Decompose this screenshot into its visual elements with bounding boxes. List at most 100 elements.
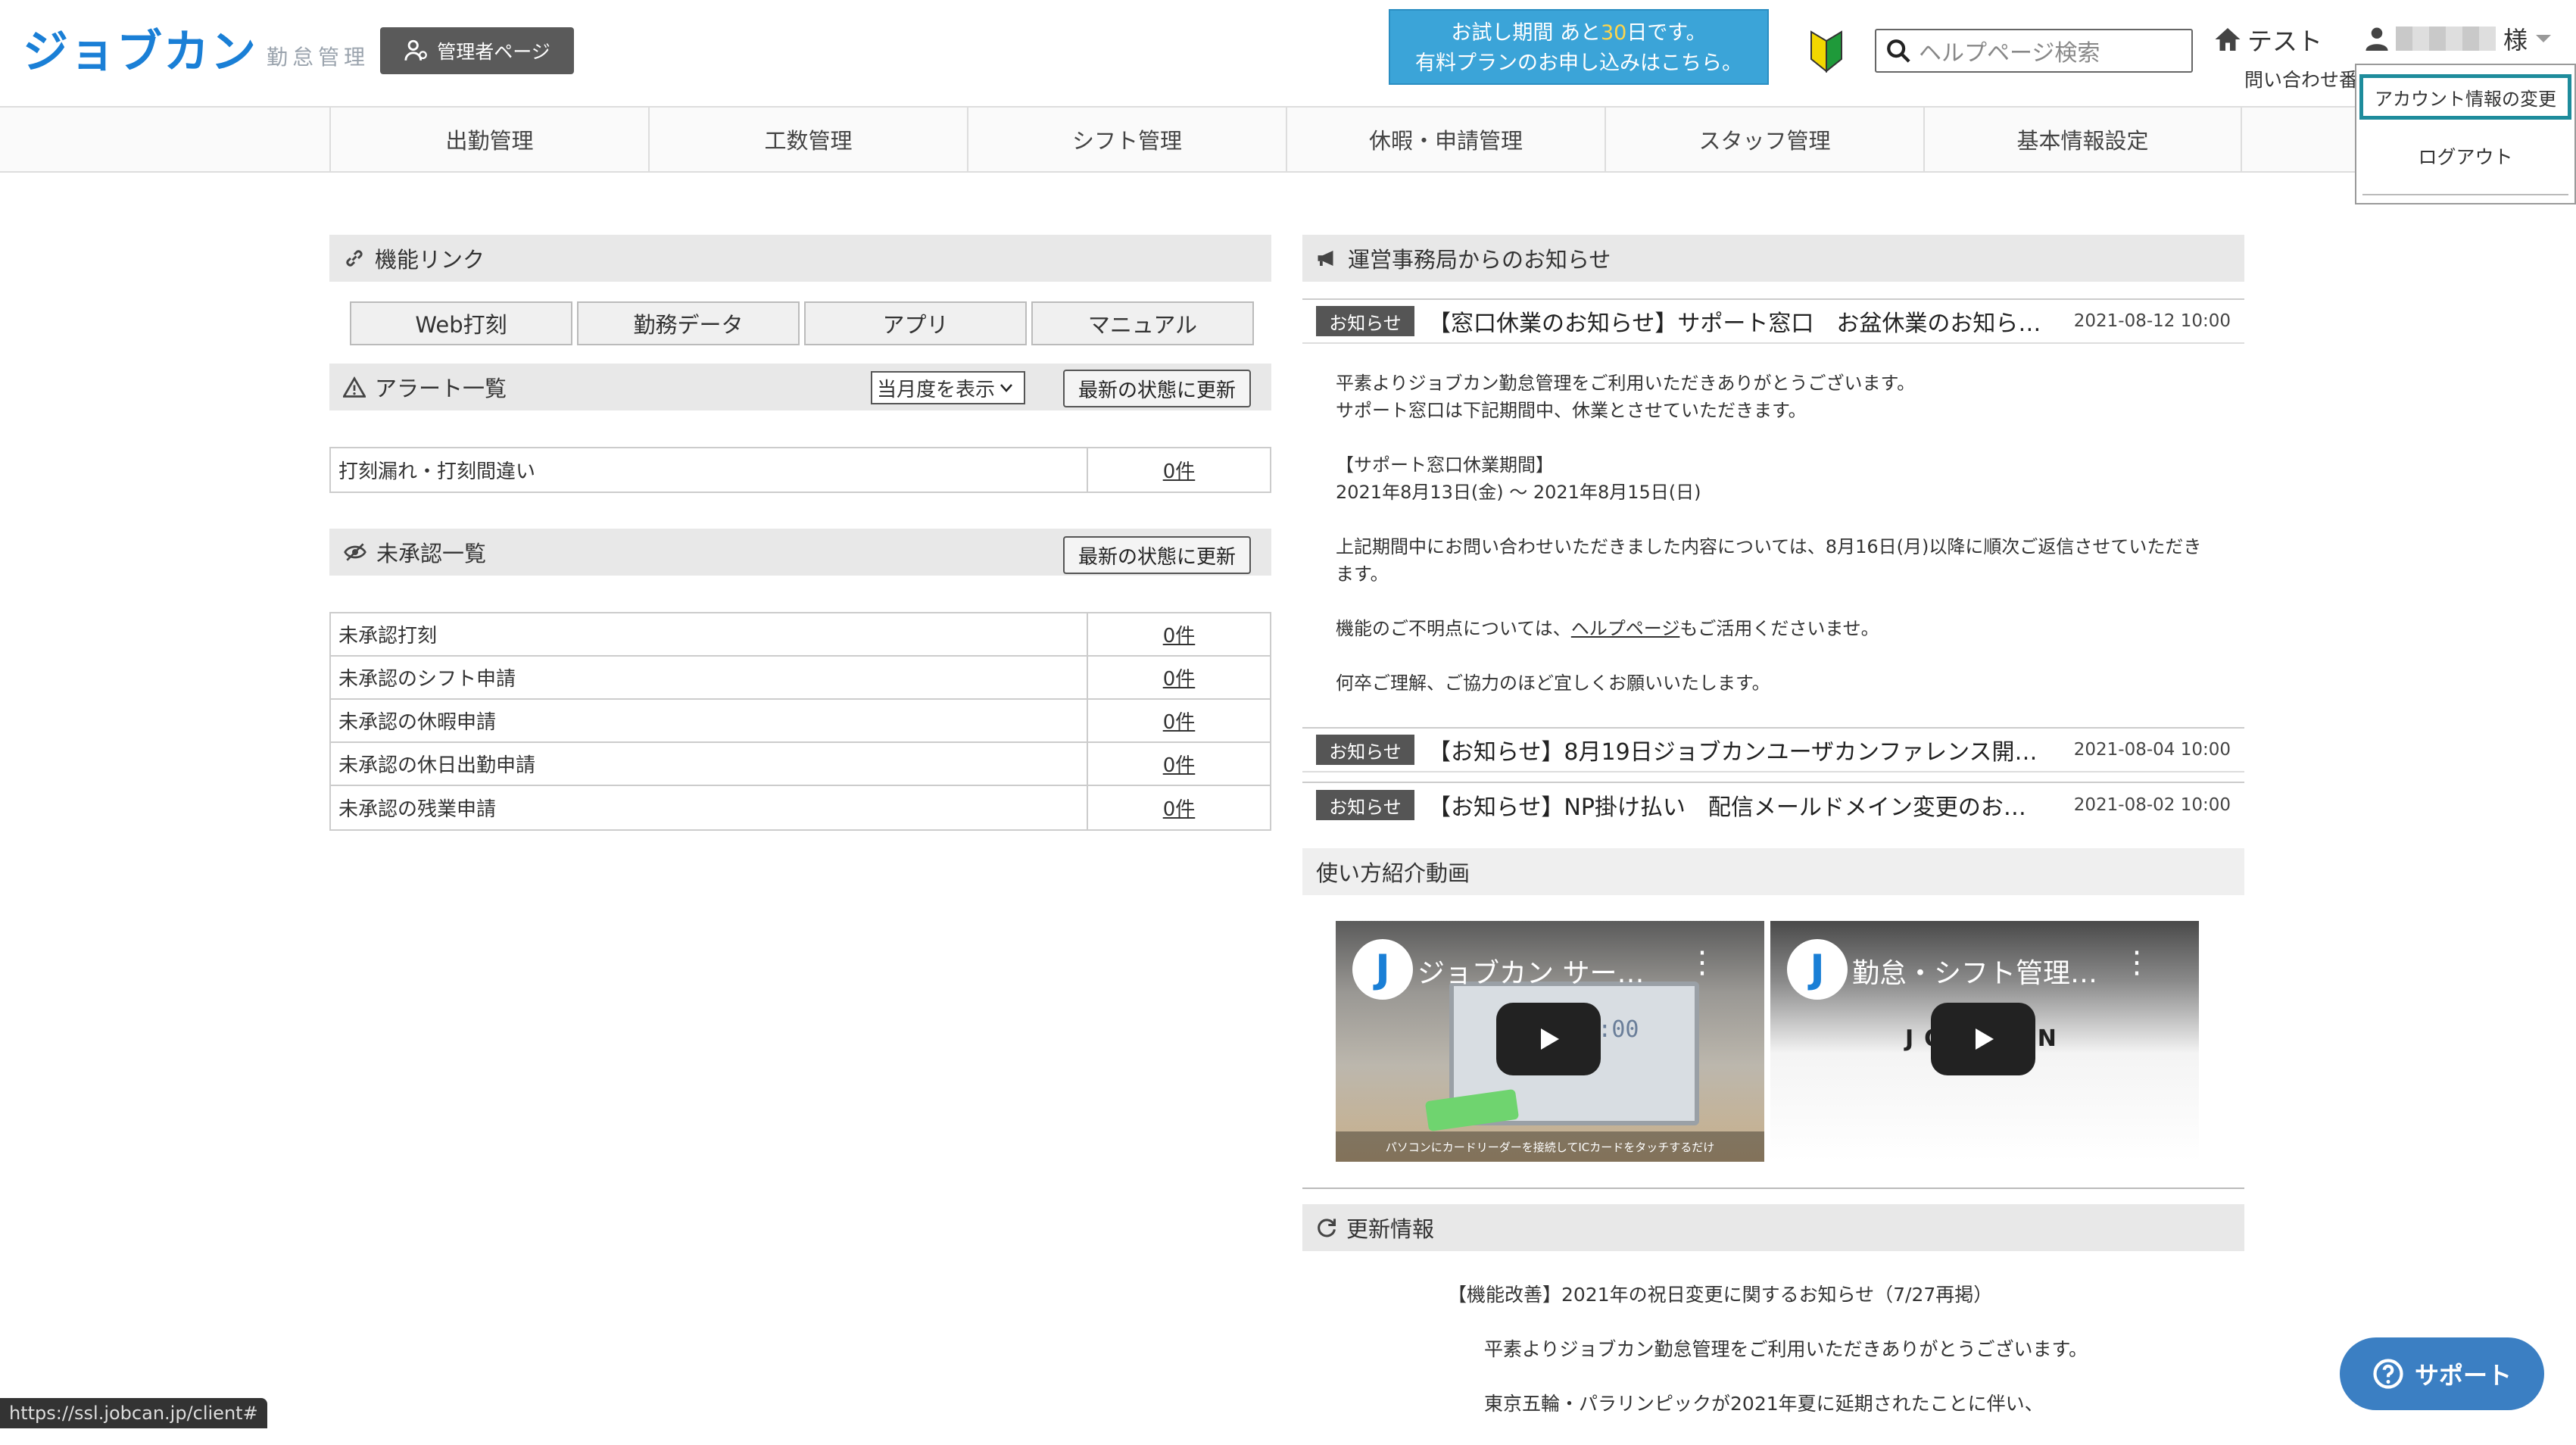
- update-heading[interactable]: 【機能改善】2021年の祝日変更に関するお知らせ（7/27再掲）: [1448, 1281, 2088, 1309]
- video-thumbnail[interactable]: JOBCAN J 勤怠・シフト管理… ⋮: [1770, 921, 2199, 1162]
- notice-date: 2021-08-12 10:00: [2073, 311, 2231, 331]
- nav-basic-settings[interactable]: 基本情報設定: [1923, 108, 2242, 171]
- nav-shift[interactable]: シフト管理: [967, 108, 1286, 171]
- user-suffix: 様: [2503, 26, 2528, 55]
- help-circle-icon: [2373, 1359, 2403, 1389]
- more-options-icon[interactable]: ⋮: [1687, 945, 1717, 980]
- trial-post: 日です。: [1626, 21, 1707, 45]
- main-nav: 出勤管理 工数管理 シフト管理 休暇・申請管理 スタッフ管理 基本情報設定: [0, 106, 2576, 173]
- notice-text: 【サポート窓口休業期間】: [1336, 454, 1554, 476]
- video-title: 勤怠・シフト管理…: [1852, 958, 2098, 989]
- updates-title: 更新情報: [1346, 1216, 1435, 1242]
- table-row: 未承認の休日出勤申請 0件: [331, 743, 1270, 786]
- notice-row[interactable]: お知らせ 【窓口休業のお知らせ】サポート窓口 お盆休業のお知ら… 2021-08…: [1302, 298, 2244, 344]
- notice-row[interactable]: お知らせ 【お知らせ】8月19日ジョブカンユーザカンファレンス開… 2021-0…: [1302, 727, 2244, 772]
- admin-page-button[interactable]: 管理者ページ: [380, 27, 574, 74]
- dropdown-divider: [2362, 194, 2568, 195]
- unapproved-refresh-button[interactable]: 最新の状態に更新: [1063, 536, 1251, 574]
- trial-banner[interactable]: お試し期間 あと30日です。 有料プランのお申し込みはこちら。: [1389, 9, 1769, 85]
- notice-text: サポート窓口は下記期間中、休業とさせていただきます。: [1336, 400, 1807, 421]
- home-label: テスト: [2247, 27, 2322, 56]
- more-options-icon[interactable]: ⋮: [2122, 945, 2152, 980]
- feature-links-header: 機能リンク: [329, 235, 1271, 282]
- notice-row[interactable]: お知らせ 【お知らせ】NP掛け払い 配信メールドメイン変更のお… 2021-08…: [1302, 782, 2244, 827]
- web-punch-button[interactable]: Web打刻: [350, 301, 572, 345]
- notice-text: ます。: [1336, 563, 1389, 585]
- play-button-icon[interactable]: [1931, 1003, 2035, 1075]
- nav-leave-requests[interactable]: 休暇・申請管理: [1286, 108, 1605, 171]
- notice-text: 何卒ご理解、ご協力のほど宜しくお願いいたします。: [1336, 673, 1770, 694]
- user-menu[interactable]: 様: [2365, 21, 2552, 56]
- videos-title: 使い方紹介動画: [1316, 860, 1470, 886]
- account-settings-item[interactable]: アカウント情報の変更: [2359, 74, 2571, 120]
- notice-title[interactable]: 【お知らせ】NP掛け払い 配信メールドメイン変更のお…: [1428, 788, 2064, 822]
- unapproved-label: 未承認のシフト申請: [331, 657, 1088, 698]
- trial-line-1: お試し期間 あと30日です。: [1390, 18, 1767, 48]
- jobcan-logo[interactable]: ジョブカン 勤怠管理: [23, 14, 370, 82]
- hidden-eye-icon: [344, 543, 366, 561]
- notice-date: 2021-08-02 10:00: [2073, 795, 2231, 815]
- nav-staff[interactable]: スタッフ管理: [1605, 108, 1923, 171]
- inquiry-number: 問い合わせ番: [2244, 69, 2359, 91]
- unapproved-count-link[interactable]: 0件: [1088, 700, 1270, 741]
- trial-days: 30: [1600, 21, 1627, 45]
- logout-item[interactable]: ログアウト: [2356, 142, 2574, 170]
- megaphone-icon: [1318, 251, 1333, 266]
- alert-count-link[interactable]: 0件: [1088, 448, 1270, 492]
- update-text: 平素よりジョブカン勤怠管理をご利用いただきありがとうございます。: [1484, 1338, 2088, 1360]
- unapproved-count-link[interactable]: 0件: [1088, 657, 1270, 698]
- nav-attendance[interactable]: 出勤管理: [329, 108, 648, 171]
- unapproved-table: 未承認打刻 0件 未承認のシフト申請 0件 未承認の休暇申請 0件 未承認の休日…: [329, 612, 1271, 831]
- work-data-button[interactable]: 勤務データ: [577, 301, 800, 345]
- notices-header: 運営事務局からのお知らせ: [1302, 235, 2244, 282]
- notice-badge: お知らせ: [1316, 735, 1414, 765]
- warning-icon: [343, 376, 366, 398]
- user-name-redacted: [2396, 27, 2496, 51]
- jobcan-channel-icon: J: [1352, 939, 1413, 1000]
- chevron-down-icon: [2536, 35, 2552, 42]
- table-row: 打刻漏れ・打刻間違い 0件: [331, 448, 1270, 492]
- support-button[interactable]: サポート: [2340, 1337, 2544, 1410]
- beginner-mark-icon[interactable]: [1810, 29, 1843, 74]
- alerts-title: アラート一覧: [375, 376, 507, 401]
- link-icon: [346, 250, 363, 267]
- select-chevron-icon: [1000, 384, 1012, 392]
- updates-header: 更新情報: [1302, 1204, 2244, 1251]
- user-icon: [2365, 27, 2388, 51]
- unapproved-label: 未承認の残業申請: [331, 786, 1088, 829]
- nav-workload[interactable]: 工数管理: [648, 108, 967, 171]
- trial-mid: あと: [1559, 21, 1601, 45]
- alerts-table: 打刻漏れ・打刻間違い 0件: [329, 447, 1271, 493]
- user-dropdown: アカウント情報の変更 ログアウト: [2355, 64, 2576, 204]
- play-button-icon[interactable]: [1496, 1003, 1601, 1075]
- help-search-input[interactable]: ヘルプページ検索: [1875, 29, 2193, 73]
- unapproved-count-link[interactable]: 0件: [1088, 743, 1270, 785]
- notice-text: 上記期間中にお問い合わせいただきました内容については、8月16日(月)以降に順次…: [1336, 536, 2202, 557]
- notice-text: 2021年8月13日(金) 〜 2021年8月15日(日): [1336, 482, 1701, 503]
- home-link[interactable]: テスト: [2214, 21, 2322, 58]
- notice-badge: お知らせ: [1316, 306, 1414, 336]
- table-row: 未承認のシフト申請 0件: [331, 657, 1270, 700]
- notice-title[interactable]: 【窓口休業のお知らせ】サポート窓口 お盆休業のお知ら…: [1428, 304, 2064, 338]
- admin-user-icon: [404, 39, 428, 61]
- notice-text: 機能のご不明点については、ヘルプページもご活用くださいませ。: [1336, 615, 2229, 642]
- support-label: サポート: [2414, 1361, 2512, 1390]
- unapproved-label: 未承認打刻: [331, 613, 1088, 655]
- video-thumbnail[interactable]: 10:00:00 パソコンにカードリーダーを接続してICカードをタッチするだけ …: [1336, 921, 1764, 1162]
- alerts-refresh-button[interactable]: 最新の状態に更新: [1063, 370, 1251, 407]
- unapproved-count-link[interactable]: 0件: [1088, 786, 1270, 829]
- period-select-value: 当月度を表示: [877, 378, 996, 401]
- app-button[interactable]: アプリ: [804, 301, 1027, 345]
- home-icon: [2215, 28, 2241, 51]
- table-row: 未承認の残業申請 0件: [331, 786, 1270, 829]
- help-page-link[interactable]: ヘルプページ: [1571, 618, 1680, 639]
- admin-page-label: 管理者ページ: [437, 41, 550, 63]
- period-select[interactable]: 当月度を表示: [871, 371, 1025, 404]
- feature-links-title: 機能リンク: [375, 247, 485, 273]
- manual-button[interactable]: マニュアル: [1031, 301, 1254, 345]
- unapproved-count-link[interactable]: 0件: [1088, 613, 1270, 655]
- notices-title: 運営事務局からのお知らせ: [1348, 247, 1611, 273]
- notice-title[interactable]: 【お知らせ】8月19日ジョブカンユーザカンファレンス開…: [1428, 733, 2064, 766]
- unapproved-label: 未承認の休日出勤申請: [331, 743, 1088, 785]
- notice-text-post: もご活用くださいませ。: [1679, 618, 1879, 639]
